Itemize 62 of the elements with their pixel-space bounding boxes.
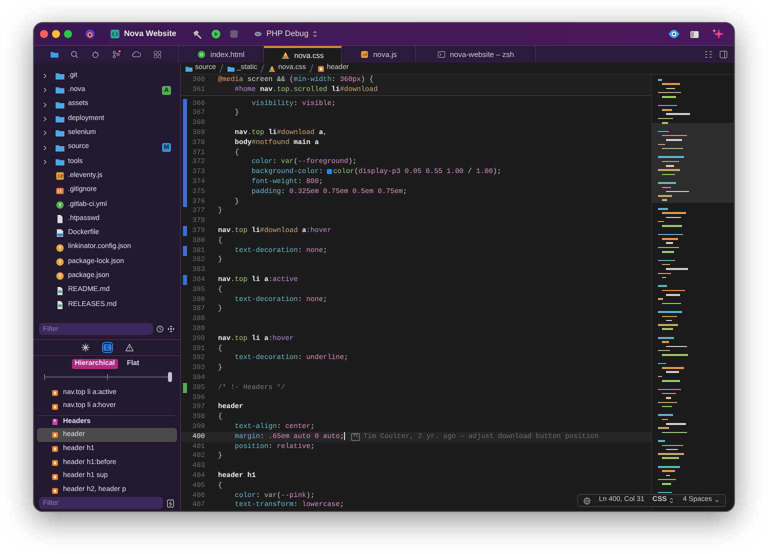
split-view-icon[interactable]	[719, 50, 728, 59]
text-cursor	[344, 432, 346, 440]
asterisk-icon[interactable]	[80, 343, 90, 352]
warning-icon[interactable]	[124, 343, 134, 352]
search-icon[interactable]	[70, 50, 80, 59]
disclosure-chevron-icon[interactable]	[41, 115, 49, 124]
file-icon	[55, 214, 65, 224]
globe-icon[interactable]	[582, 496, 591, 504]
layout-icon[interactable]	[704, 50, 713, 59]
disclosure-chevron-icon[interactable]	[41, 72, 49, 80]
project-icon	[110, 29, 120, 39]
json-file-icon	[55, 271, 65, 282]
minimize-button[interactable]	[52, 30, 60, 38]
project-button[interactable]: Nova Website	[110, 28, 176, 40]
slider-thumb[interactable]	[168, 372, 172, 382]
bolt-icon[interactable]	[166, 498, 175, 508]
disclosure-chevron-icon[interactable]	[41, 144, 49, 152]
document-icon	[55, 300, 65, 310]
hammer-icon[interactable]	[192, 28, 204, 40]
bookmark-icon	[51, 418, 59, 426]
json-file-icon	[55, 257, 65, 267]
grid-icon[interactable]	[153, 50, 162, 59]
cloud-icon[interactable]	[132, 50, 142, 59]
terminal-icon	[436, 50, 446, 59]
chevron-down-icon	[714, 498, 720, 504]
sidebar-toggle-icon[interactable]	[689, 28, 700, 40]
files-icon[interactable]	[50, 50, 59, 59]
triangle-file-icon	[281, 51, 290, 60]
disclosure-chevron-icon[interactable]	[41, 86, 49, 94]
symbols-icon[interactable]	[102, 343, 112, 352]
yaml-file-icon	[55, 200, 65, 210]
disclosure-chevron-icon[interactable]	[41, 100, 49, 109]
preview-eye-icon[interactable]	[668, 28, 680, 40]
folder-icon	[55, 142, 65, 153]
bug-icon[interactable]	[91, 50, 100, 59]
color-swatch[interactable]	[327, 168, 332, 174]
app-icon[interactable]	[84, 28, 96, 40]
disclosure-chevron-icon[interactable]	[41, 129, 49, 138]
sparkle-icon[interactable]	[712, 28, 724, 40]
triangle-file-icon	[268, 64, 276, 72]
document-icon	[55, 286, 65, 296]
script-file-icon	[55, 171, 65, 182]
folder-icon	[55, 85, 65, 96]
updown-chevron-icon	[668, 497, 675, 504]
run-button[interactable]	[211, 29, 222, 39]
folder-icon	[55, 128, 65, 138]
branch-icon[interactable]	[112, 50, 121, 59]
zoom-button[interactable]	[64, 30, 72, 38]
script-file-icon	[360, 50, 370, 59]
folder-icon	[55, 114, 65, 124]
close-button[interactable]	[40, 30, 48, 38]
folder-icon	[55, 71, 65, 82]
folder-icon	[55, 100, 65, 110]
json-file-icon	[55, 242, 65, 253]
updown-chevron-icon	[311, 30, 320, 38]
scheme-button[interactable]: PHP Debug	[253, 28, 320, 40]
rule-icon	[316, 64, 325, 72]
disclosure-chevron-icon[interactable]	[41, 158, 49, 166]
html-file-icon	[197, 50, 206, 59]
folder-icon	[55, 156, 65, 167]
file-icon	[55, 186, 65, 196]
clock-icon[interactable]	[156, 325, 164, 334]
